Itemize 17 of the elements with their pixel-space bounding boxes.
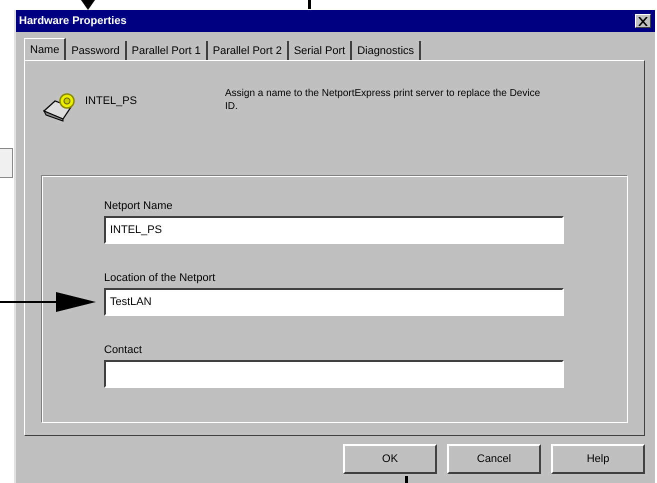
close-button[interactable] bbox=[635, 14, 651, 28]
background-window-fragment bbox=[0, 148, 13, 178]
description-text: Assign a name to the NetportExpress print server to replace the Device ID. bbox=[225, 87, 542, 113]
field-label: Contact bbox=[104, 344, 143, 356]
input-field[interactable]: TestLAN bbox=[104, 288, 564, 316]
dialog-button[interactable]: Cancel bbox=[447, 444, 541, 474]
device-name: INTEL_PS bbox=[85, 95, 138, 107]
input-field[interactable] bbox=[104, 360, 564, 388]
field-label: Netport Name bbox=[104, 200, 174, 212]
field-label: Location of the Netport bbox=[104, 272, 216, 284]
window-title: Hardware Properties bbox=[19, 15, 127, 27]
close-icon bbox=[638, 16, 648, 26]
tab[interactable]: Name bbox=[24, 38, 66, 60]
dialog-button[interactable]: Help bbox=[551, 444, 645, 474]
dialog-button[interactable]: OK bbox=[343, 444, 437, 474]
arrow-icon bbox=[81, 0, 95, 10]
input-field[interactable]: INTEL_PS bbox=[104, 216, 564, 244]
